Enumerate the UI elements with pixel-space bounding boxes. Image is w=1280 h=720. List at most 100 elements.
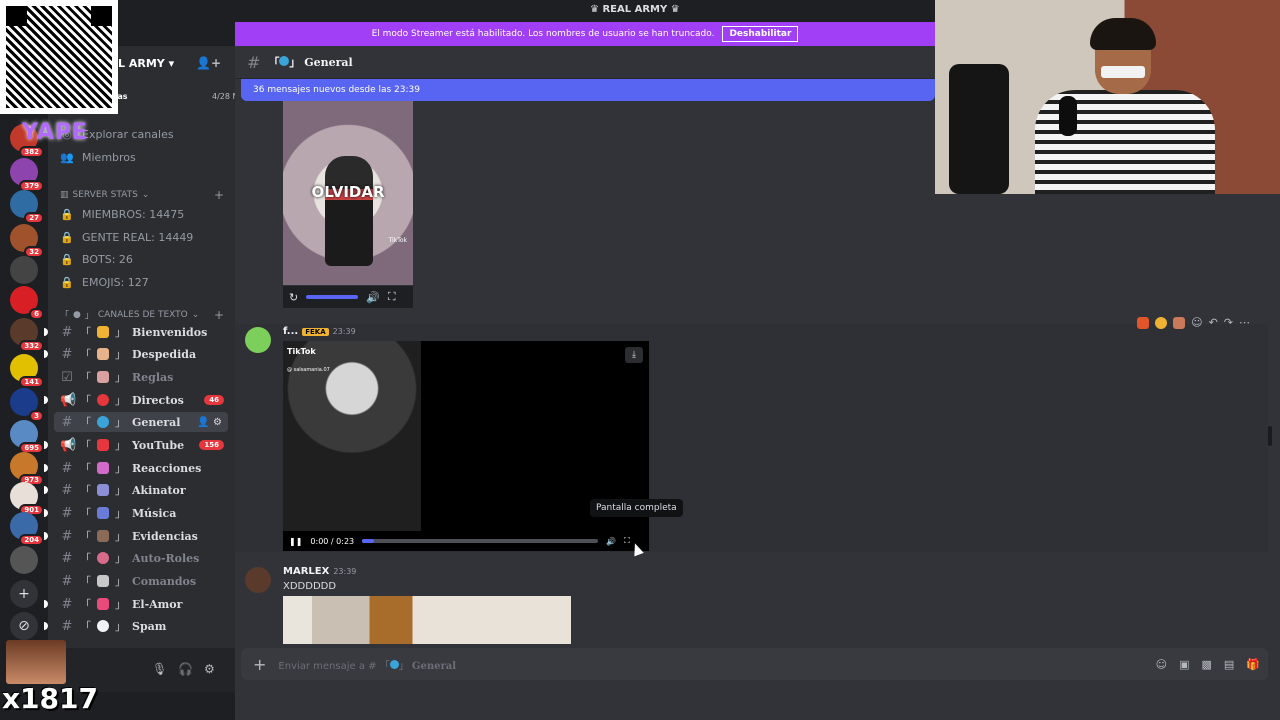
channel-directos[interactable]: 📢 「」 Directos 46 [44, 390, 228, 410]
category-server-stats[interactable]: ▥ SERVER STATS ⌄ + [60, 188, 228, 202]
channel-settings-icon[interactable]: 👤 ⚙ [197, 417, 222, 428]
gear-icon[interactable]: ⚙ [204, 662, 215, 676]
stat-channel[interactable]: 🔒 MIEMBROS: 14475 [60, 204, 228, 224]
add-channel-icon[interactable]: + [214, 188, 224, 202]
message-header: MARLEX 23:39 [283, 566, 356, 577]
channel-reglas[interactable]: ☑ 「」 Reglas [54, 367, 228, 387]
volume-icon[interactable]: 🔊 [366, 291, 380, 304]
channel-despedida[interactable]: # 「」 Despedida [44, 344, 228, 364]
add-server-icon[interactable]: + [10, 580, 38, 608]
channel-evidencias[interactable]: # 「」 Evidencias [44, 526, 228, 546]
server-icon[interactable]: 3 [10, 388, 44, 422]
author-name[interactable]: MARLEX [283, 566, 329, 577]
scrollbar-thumb[interactable] [1268, 426, 1272, 446]
reaction-icon[interactable] [1137, 316, 1150, 329]
mention-badge: 27 [24, 212, 44, 224]
server-icon[interactable]: 332 [10, 318, 44, 352]
category-title: CANALES DE TEXTO [97, 309, 188, 320]
reaction-icon[interactable] [1173, 316, 1186, 329]
channel-youtube[interactable]: 📢 「」 YouTube 156 [44, 435, 228, 455]
chart-icon: ▥ [60, 190, 69, 200]
members-label: Miembros [82, 150, 136, 164]
invite-icon[interactable]: 👤+ [196, 56, 221, 70]
attachment-caption: OLVIDAR [311, 183, 385, 201]
server-icon[interactable]: 379 [10, 158, 44, 192]
message-text: XDDDDDD [283, 581, 337, 592]
image-icon[interactable]: ▤ [1224, 658, 1234, 671]
channel-bienvenidos[interactable]: # 「」 Bienvenidos [44, 322, 228, 342]
fullscreen-icon[interactable]: ⛶ [624, 536, 630, 546]
add-channel-icon[interactable]: + [214, 308, 224, 322]
message-composer[interactable]: + Enviar mensaje a # 「」 General ☺ ▣ ▩ ▤ … [241, 648, 1268, 680]
gif-icon[interactable]: ▣ [1179, 658, 1189, 671]
streamer-banner-text: El modo Streamer está habilitado. Los no… [371, 29, 715, 39]
replay-icon[interactable]: ↻ [289, 291, 298, 304]
channel-akinator[interactable]: # 「」 Akinator [44, 480, 228, 500]
emoji-icon[interactable]: ☺ [1156, 658, 1167, 671]
avatar[interactable] [245, 327, 271, 353]
channel-emoji-icon [97, 507, 109, 519]
category-text-channels[interactable]: 「●」 CANALES DE TEXTO ⌄ + [60, 308, 228, 322]
channel-comandos[interactable]: # 「」 Comandos [54, 571, 228, 591]
hash-icon: # [61, 573, 73, 589]
channel-musica[interactable]: # 「」 Música [44, 503, 228, 523]
counter-overlay: x1817 [2, 682, 98, 715]
channel-emoji-icon [97, 416, 109, 428]
channel-auto-roles[interactable]: # 「」 Auto-Roles [54, 548, 228, 568]
channel-el-amor[interactable]: # 「」 El-Amor [44, 594, 228, 614]
tiktok-logo: TikTok [287, 347, 316, 356]
server-icon[interactable]: 204 [10, 512, 44, 546]
pause-icon[interactable]: ❚❚ [289, 537, 302, 546]
video-progress-bar[interactable] [362, 539, 599, 543]
channel-name: Música [132, 506, 177, 520]
server-icon[interactable]: 141 [10, 354, 44, 388]
channel-emoji-icon [97, 371, 109, 383]
image-attachment[interactable]: OLVIDAR TikTok [283, 101, 413, 285]
reply-icon[interactable]: ↶ [1209, 316, 1218, 329]
microphone-icon[interactable]: 🎙 [152, 662, 167, 676]
volume-icon[interactable]: 🔊 [606, 537, 616, 546]
server-icon[interactable]: 901 [10, 482, 44, 516]
add-attachment-icon[interactable]: + [253, 655, 266, 674]
download-icon[interactable]: ⤓ [625, 347, 643, 363]
video-attachment[interactable]: TikTok @ salsamania.07 ⤓ ❚❚ 0:00 / 0:23 … [283, 341, 649, 551]
members-item[interactable]: 👥 Miembros [60, 147, 228, 167]
image-attachment[interactable] [283, 596, 571, 644]
channel-reacciones[interactable]: # 「」 Reacciones [44, 458, 228, 478]
reaction-icon[interactable] [1155, 316, 1168, 329]
reaction-cam-image [6, 640, 66, 684]
server-icon[interactable]: 695 [10, 420, 44, 454]
channel-name: Evidencias [132, 529, 198, 543]
add-reaction-icon[interactable]: ☺ [1191, 316, 1202, 329]
gift-icon[interactable]: 🎁 [1246, 658, 1260, 671]
stat-channel[interactable]: 🔒 GENTE REAL: 14449 [60, 227, 228, 247]
server-icon[interactable]: 32 [10, 224, 44, 258]
server-icon[interactable] [10, 256, 38, 284]
sticker-icon[interactable]: ▩ [1201, 658, 1211, 671]
hash-icon: # [61, 346, 73, 362]
author-name[interactable]: f... [283, 326, 298, 337]
mention-badge: 46 [204, 395, 224, 405]
stat-channel[interactable]: 🔒 EMOJIS: 127 [60, 272, 228, 292]
disable-streamer-button[interactable]: Deshabilitar [722, 26, 799, 42]
forward-icon[interactable]: ↷ [1224, 316, 1233, 329]
more-icon[interactable]: ⋯ [1239, 316, 1250, 329]
server-icon[interactable]: 27 [10, 190, 44, 224]
server-icon[interactable]: 973 [10, 452, 44, 486]
fullscreen-icon[interactable]: ⛶ [388, 290, 396, 304]
headphones-icon[interactable]: 🎧 [178, 662, 193, 676]
server-icon[interactable]: 6 [10, 286, 44, 320]
explore-servers-icon[interactable]: ⊘ [10, 612, 38, 640]
unread-indicator [44, 622, 48, 630]
stat-channel[interactable]: 🔒 BOTS: 26 [60, 249, 228, 269]
hash-icon: # [61, 414, 73, 430]
channel-spam[interactable]: # 「」 Spam [44, 616, 228, 636]
server-icon[interactable] [10, 546, 38, 574]
stat-label: GENTE REAL: 14449 [82, 230, 194, 244]
channel-general[interactable]: # 「」 General 👤 ⚙ [54, 412, 228, 432]
volume-slider[interactable] [306, 295, 359, 299]
avatar[interactable] [245, 567, 271, 593]
new-messages-bar[interactable]: 36 mensajes nuevos desde las 23:39 [241, 79, 935, 101]
composer-placeholder: Enviar mensaje a # 「」 General [278, 659, 457, 672]
channel-name: El-Amor [132, 597, 183, 611]
